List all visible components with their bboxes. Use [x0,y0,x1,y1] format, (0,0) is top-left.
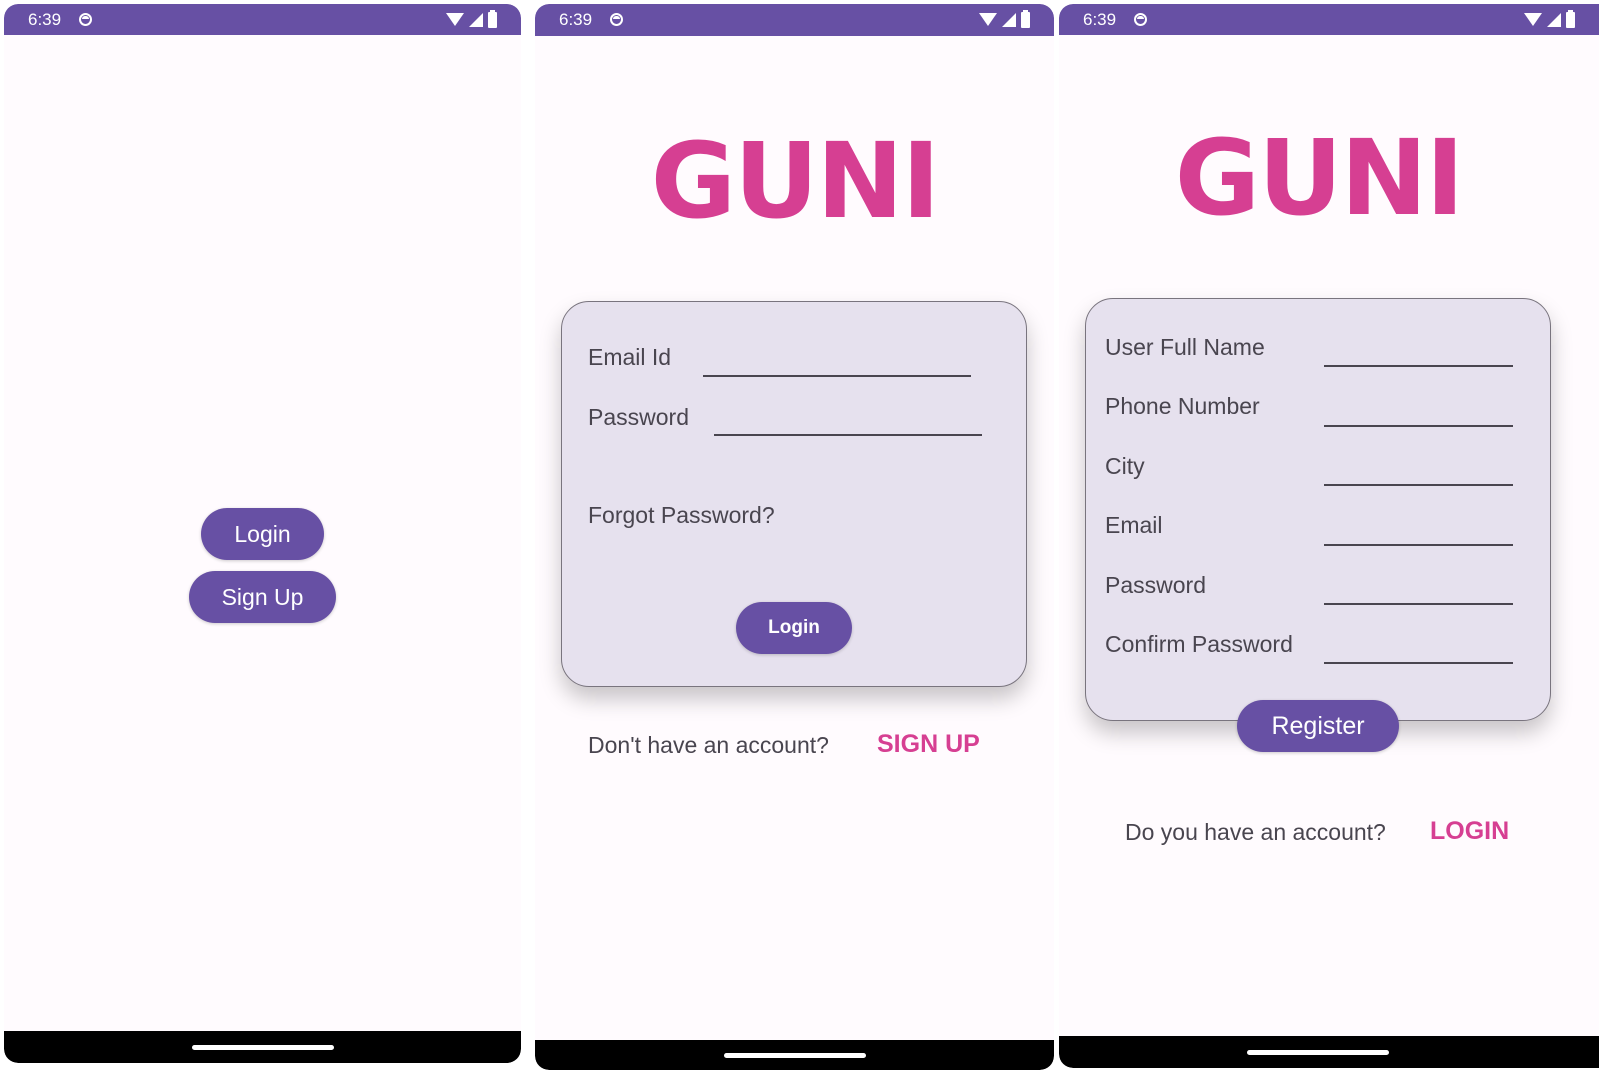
app-notification-icon [1134,13,1147,26]
forgot-password-link[interactable]: Forgot Password? [588,502,775,529]
status-bar: 6:39 [4,4,521,35]
confirm-password-label: Confirm Password [1105,631,1293,657]
status-time: 6:39 [559,10,593,29]
battery-icon [1566,9,1575,28]
login-button[interactable]: Login [736,602,852,654]
city-field[interactable] [1324,484,1513,486]
app-notification-icon [610,13,623,26]
register-button[interactable]: Register [1237,700,1399,752]
have-account-text: Do you have an account? [1125,819,1386,845]
signup-button[interactable]: Sign Up [189,571,336,623]
login-link[interactable]: LOGIN [1430,817,1509,846]
status-bar: 6:39 [535,4,1054,36]
login-button[interactable]: Login [201,508,324,560]
phone-screen-landing: 6:39 Login Sign Up [4,4,521,1063]
status-icons [979,4,1030,35]
status-icons [446,4,497,35]
signal-icon [1002,12,1016,27]
phone-screen-login: 6:39 GUNI Email Id Password Forgot Passw… [535,4,1054,1070]
battery-icon [488,9,497,28]
home-indicator[interactable] [1247,1050,1389,1055]
email-label: Email Id [588,344,672,370]
status-bar: 6:39 [1059,4,1599,35]
password-field[interactable] [714,434,982,436]
wifi-icon [979,13,997,26]
signal-icon [469,12,483,27]
app-logo: GUNI [650,120,941,242]
home-indicator[interactable] [191,1045,334,1050]
phone-screen-register: 6:39 GUNI User Full Name Phone Number Ci… [1059,4,1599,1068]
email-field[interactable] [1324,544,1513,546]
navigation-bar [535,1040,1054,1070]
navigation-bar [4,1031,521,1063]
status-icons [1524,4,1575,35]
status-time: 6:39 [1083,10,1117,29]
register-card: User Full Name Phone Number City Email P… [1085,298,1551,721]
phone-number-field[interactable] [1324,425,1513,427]
password-field[interactable] [1324,603,1513,605]
wifi-icon [446,13,464,26]
battery-icon [1021,9,1030,28]
full-name-field[interactable] [1324,365,1513,367]
city-label: City [1105,453,1145,479]
app-notification-icon [79,13,92,26]
app-logo: GUNI [1174,117,1465,239]
home-indicator[interactable] [723,1053,866,1058]
full-name-label: User Full Name [1105,334,1265,360]
wifi-icon [1524,13,1542,26]
email-field[interactable] [703,375,971,377]
confirm-password-field[interactable] [1324,662,1513,664]
no-account-text: Don't have an account? [588,732,829,758]
status-time: 6:39 [28,10,62,29]
password-label: Password [1105,572,1206,598]
login-card: Email Id Password Forgot Password? Login [561,301,1027,687]
password-label: Password [588,404,689,430]
signup-link[interactable]: SIGN UP [877,730,980,759]
navigation-bar [1059,1036,1599,1068]
email-label: Email [1105,512,1163,538]
phone-number-label: Phone Number [1105,393,1260,419]
signal-icon [1547,12,1561,27]
